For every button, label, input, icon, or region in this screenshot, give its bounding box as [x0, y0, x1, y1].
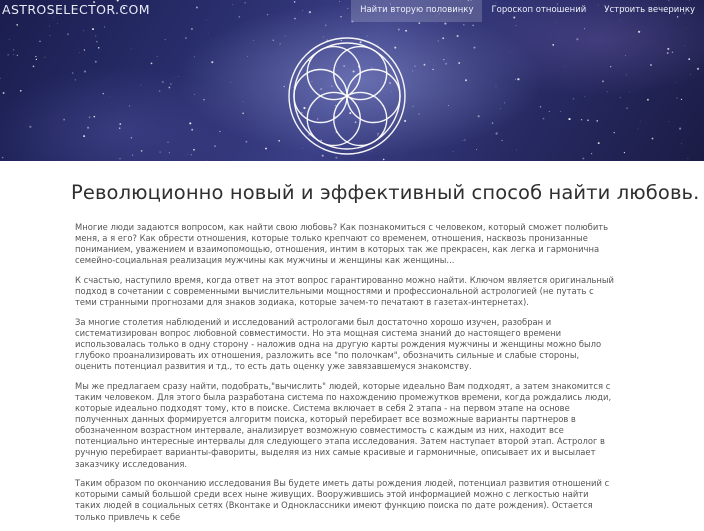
article-paragraph: К счастью, наступило время, когда ответ … — [75, 275, 615, 308]
article-paragraph: Таким образом по окончанию исследования … — [75, 478, 615, 522]
article-paragraph: Мы же предлагаем сразу найти, подобрать,… — [75, 381, 615, 470]
site-logo[interactable]: ASTROSELECTOR.COM — [2, 2, 150, 17]
page-title: Революционно новый и эффективный способ … — [71, 181, 699, 204]
nav-party[interactable]: Устроить вечеринку — [595, 0, 704, 22]
nav-find-partner[interactable]: Найти вторую половинку — [351, 0, 482, 22]
hero-banner: ASTROSELECTOR.COM Найти вторую половинку… — [0, 0, 704, 161]
article-paragraph: Многие люди задаются вопросом, как найти… — [75, 222, 615, 266]
article-body: Многие люди задаются вопросом, как найти… — [75, 222, 615, 531]
flower-of-life-icon — [285, 34, 409, 158]
article-paragraph: За многие столетия наблюдений и исследов… — [75, 317, 615, 372]
nav-relationship-horoscope[interactable]: Гороскоп отношений — [482, 0, 595, 22]
top-nav: Найти вторую половинку Гороскоп отношени… — [351, 0, 704, 22]
